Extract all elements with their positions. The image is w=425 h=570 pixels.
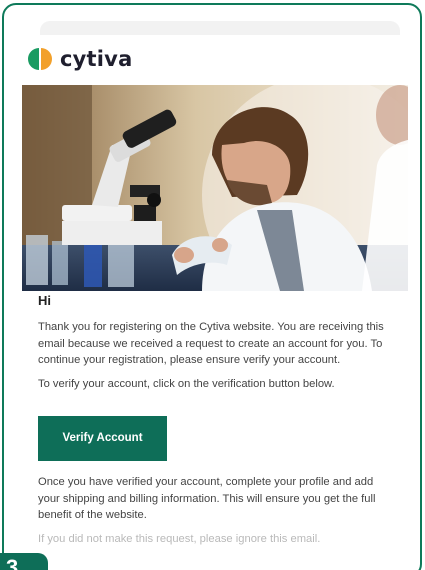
email-content: Hi Thank you for registering on the Cyti… bbox=[38, 293, 398, 554]
verify-instruction: To verify your account, click on the ver… bbox=[38, 377, 335, 390]
brand-name: cytiva bbox=[60, 47, 133, 71]
ignore-paragraph: If you did not make this request, please… bbox=[38, 532, 321, 545]
profile-paragraph: Once you have verified your account, com… bbox=[38, 476, 376, 521]
greeting: Hi bbox=[38, 293, 51, 308]
brand-logo[interactable]: cytiva bbox=[28, 47, 132, 71]
email-frame: cytiva Hi Thank you for registering on t… bbox=[2, 3, 422, 570]
email-body: cytiva Hi Thank you for registering on t… bbox=[20, 35, 410, 570]
scientist-microscope-icon bbox=[22, 85, 408, 291]
step-number-badge: 3 bbox=[0, 553, 48, 570]
intro-paragraph: Thank you for registering on the Cytiva … bbox=[38, 321, 384, 366]
verify-account-button[interactable]: Verify Account bbox=[38, 416, 167, 461]
cytiva-logo-icon bbox=[28, 48, 52, 70]
hero-image bbox=[22, 85, 408, 291]
